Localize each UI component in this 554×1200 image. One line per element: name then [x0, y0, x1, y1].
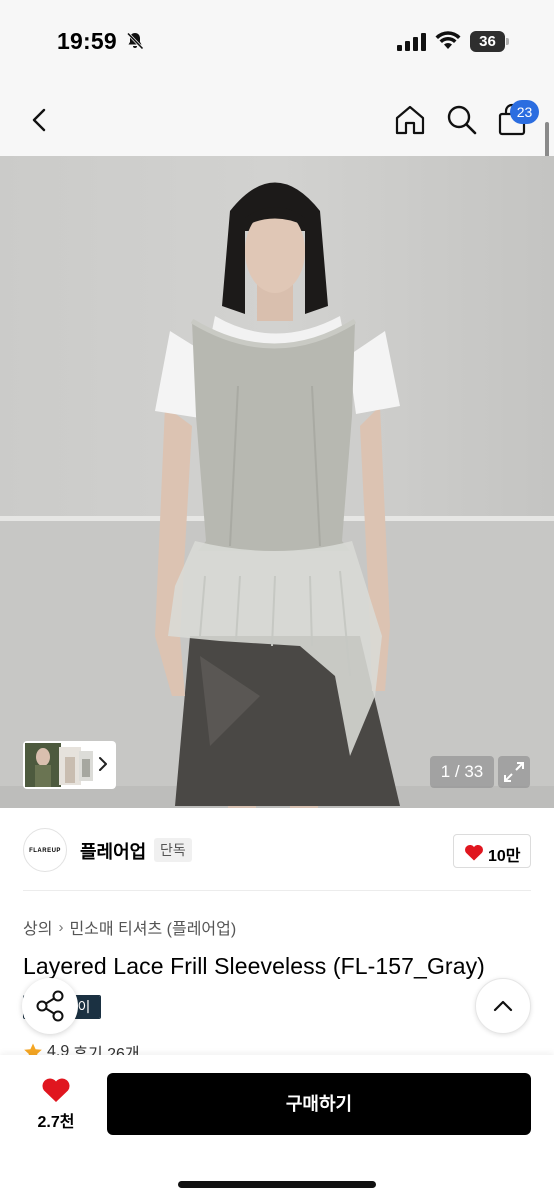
chevron-left-icon[interactable]	[24, 104, 56, 136]
chevron-right-icon: ›	[58, 918, 64, 936]
chevron-up-icon	[493, 1000, 513, 1012]
product-photo	[0, 156, 554, 808]
bell-slash-icon	[126, 32, 144, 50]
image-counter: 1 / 33	[430, 756, 494, 788]
buy-button[interactable]: 구매하기	[107, 1073, 531, 1135]
scroll-to-top-button[interactable]	[475, 978, 531, 1034]
brand-like-count: 10만	[488, 848, 521, 865]
exclusive-tag: 단독	[154, 838, 192, 862]
divider	[23, 890, 531, 891]
cellular-signal-icon	[397, 33, 426, 51]
breadcrumb-item-category[interactable]: 상의	[23, 915, 52, 939]
chevron-right-icon[interactable]	[97, 755, 109, 773]
heart-icon	[465, 844, 483, 861]
breadcrumb: 상의 › 민소매 티셔츠 (플레어업)	[23, 915, 236, 939]
share-icon	[36, 990, 64, 1022]
cart-count-badge: 23	[510, 100, 539, 124]
share-button[interactable]	[22, 978, 78, 1034]
battery-icon: 36	[470, 31, 510, 52]
status-bar: 19:59 36	[0, 0, 554, 84]
expand-icon[interactable]	[498, 756, 530, 788]
status-time: 19:59	[57, 28, 117, 54]
breadcrumb-item-subcategory[interactable]: 민소매 티셔츠 (플레어업)	[69, 915, 236, 939]
brand-name[interactable]: 플레어업	[80, 838, 146, 864]
brand-logo[interactable]: FLAREUP	[23, 828, 67, 872]
heart-icon[interactable]	[41, 1077, 71, 1103]
brand-like-button[interactable]: 10만	[453, 834, 531, 868]
wishlist-count: 2.7천	[37, 1114, 75, 1131]
top-nav-bar	[0, 84, 554, 156]
search-icon[interactable]	[444, 102, 480, 138]
wifi-icon	[435, 31, 461, 49]
thumbnail-images	[25, 743, 93, 787]
battery-level: 36	[470, 31, 505, 52]
home-indicator	[178, 1181, 376, 1188]
thumbnail-strip[interactable]	[23, 741, 116, 789]
product-title: Layered Lace Frill Sleeveless (FL-157_Gr…	[23, 953, 485, 979]
product-image-gallery[interactable]: 1 / 33	[0, 156, 554, 808]
home-icon[interactable]	[392, 102, 428, 138]
